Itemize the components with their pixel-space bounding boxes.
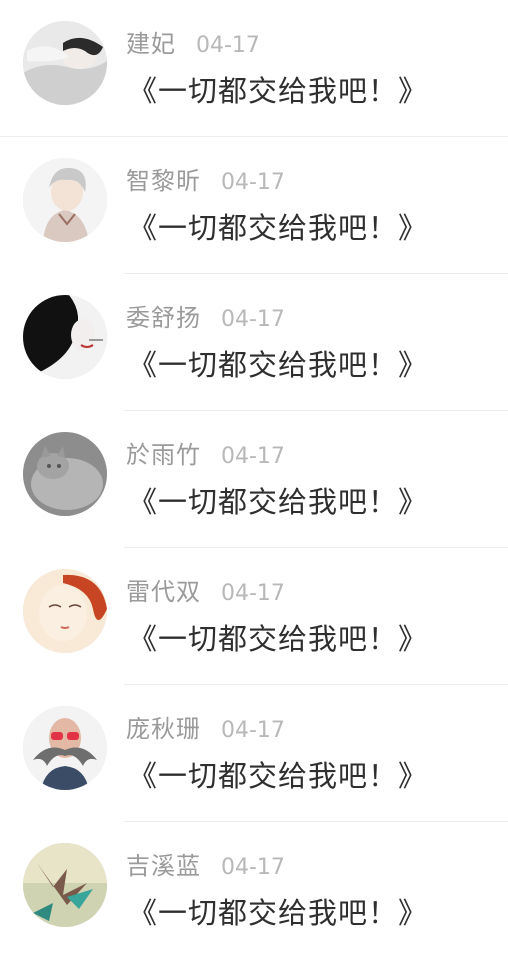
comment-text: 《一切都交给我吧！》 — [128, 74, 429, 108]
user-name[interactable]: 建妃 — [126, 24, 176, 59]
comment-row[interactable]: 吉溪蓝 04-17 《一切都交给我吧！》 — [0, 822, 508, 957]
comment-date: 04-17 — [221, 718, 285, 743]
comment-row[interactable]: 庞秋珊 04-17 《一切都交给我吧！》 — [0, 685, 508, 822]
comment-date: 04-17 — [221, 581, 285, 606]
comment-row[interactable]: 建妃 04-17 《一切都交给我吧！》 — [0, 0, 508, 137]
woman-lying-avatar[interactable] — [23, 21, 107, 105]
comment-meta: 建妃 04-17 — [126, 24, 260, 59]
user-name[interactable]: 委舒扬 — [126, 298, 201, 333]
comment-meta: 庞秋珊 04-17 — [126, 709, 285, 744]
grey-cat-avatar[interactable] — [23, 432, 107, 516]
red-hair-girl-avatar[interactable] — [23, 569, 107, 653]
comment-text: 《一切都交给我吧！》 — [128, 622, 429, 656]
user-name[interactable]: 吉溪蓝 — [126, 846, 201, 881]
comment-meta: 吉溪蓝 04-17 — [126, 846, 285, 881]
comment-meta: 於雨竹 04-17 — [126, 435, 285, 470]
paper-crane-avatar[interactable] — [23, 843, 107, 927]
comment-meta: 委舒扬 04-17 — [126, 298, 285, 333]
comment-date: 04-17 — [221, 307, 285, 332]
comment-text: 《一切都交给我吧！》 — [128, 485, 429, 519]
comment-row[interactable]: 智黎昕 04-17 《一切都交给我吧！》 — [0, 137, 508, 274]
comment-text: 《一切都交给我吧！》 — [128, 348, 429, 382]
comment-row[interactable]: 委舒扬 04-17 《一切都交给我吧！》 — [0, 274, 508, 411]
user-name[interactable]: 智黎昕 — [126, 161, 201, 196]
comment-text: 《一切都交给我吧！》 — [128, 211, 429, 245]
user-name[interactable]: 於雨竹 — [126, 435, 201, 470]
anime-boy-avatar[interactable] — [23, 158, 107, 242]
comment-row[interactable]: 雷代双 04-17 《一切都交给我吧！》 — [0, 548, 508, 685]
comment-date: 04-17 — [221, 170, 285, 195]
comment-date: 04-17 — [196, 33, 260, 58]
user-name[interactable]: 雷代双 — [126, 572, 201, 607]
comment-date: 04-17 — [221, 855, 285, 880]
comment-list: 建妃 04-17 《一切都交给我吧！》 智黎昕 04-17 《一切都交给我吧！》 — [0, 0, 508, 957]
user-name[interactable]: 庞秋珊 — [126, 709, 201, 744]
black-hair-woman-avatar[interactable] — [23, 295, 107, 379]
comment-meta: 雷代双 04-17 — [126, 572, 285, 607]
comment-row[interactable]: 於雨竹 04-17 《一切都交给我吧！》 — [0, 411, 508, 548]
mustache-man-avatar[interactable] — [23, 706, 107, 790]
comment-text: 《一切都交给我吧！》 — [128, 759, 429, 793]
comment-text: 《一切都交给我吧！》 — [128, 896, 429, 930]
comment-date: 04-17 — [221, 444, 285, 469]
comment-meta: 智黎昕 04-17 — [126, 161, 285, 196]
